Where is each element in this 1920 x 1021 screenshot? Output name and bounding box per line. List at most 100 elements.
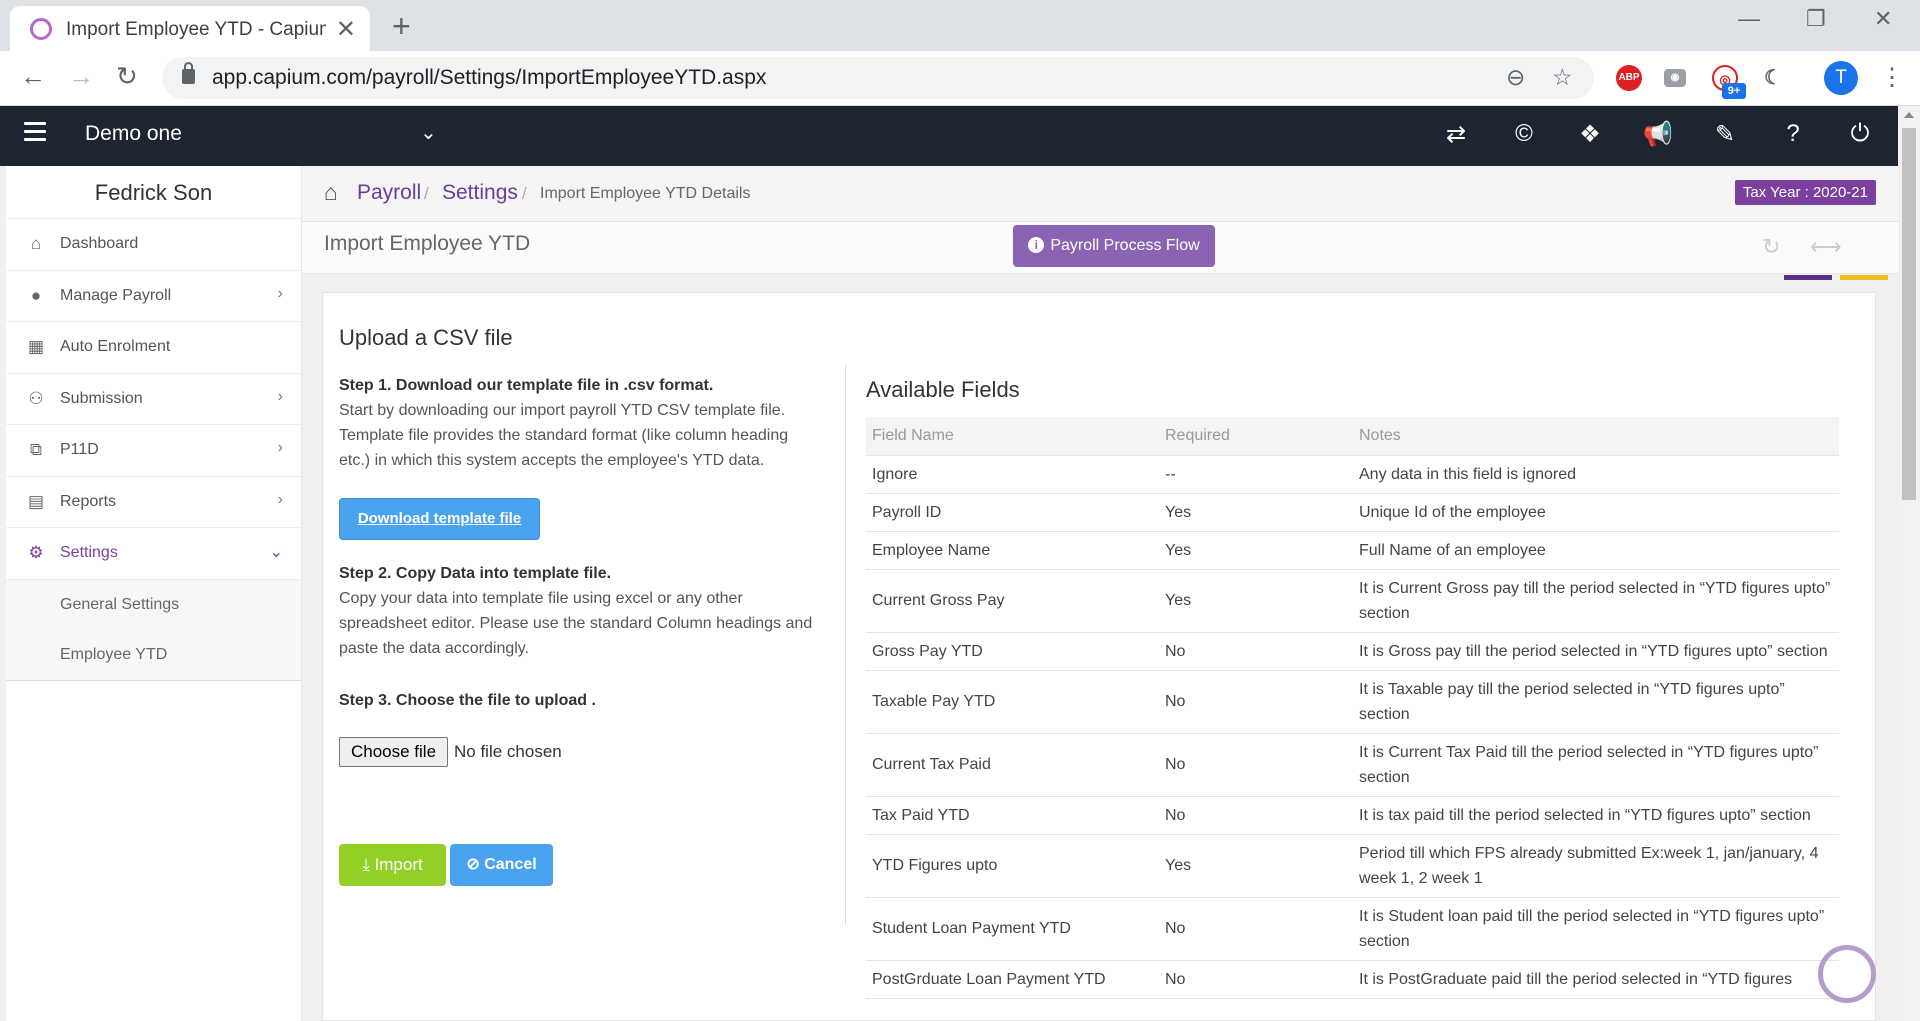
payroll-process-flow-button[interactable]: i Payroll Process Flow (1013, 225, 1215, 267)
table-row: Payroll ID Yes Unique Id of the employee (866, 493, 1839, 532)
breadcrumb-settings[interactable]: Settings (442, 181, 518, 205)
page-scrollbar[interactable] (1898, 106, 1920, 1021)
field-required: Yes (1159, 493, 1353, 532)
sidebar: Fedrick Son ⌂ Dashboard ● Manage Payroll… (6, 166, 302, 1021)
field-required: No (1159, 632, 1353, 671)
expand-icon[interactable]: ⟷ (1810, 234, 1842, 260)
cancel-button[interactable]: ⊘ Cancel (450, 844, 553, 886)
field-name: Taxable Pay YTD (866, 670, 1159, 734)
switch-icon[interactable]: ⇄ (1439, 120, 1473, 149)
menu-toggle-icon[interactable] (24, 122, 46, 142)
field-notes: Any data in this field is ignored (1353, 455, 1839, 494)
sidebar-item-label: Dashboard (60, 235, 139, 252)
gear-icon: ⚙ (28, 543, 44, 562)
cancel-icon: ⊘ (466, 856, 480, 873)
forward-icon[interactable]: → (68, 61, 94, 92)
tax-year-badge[interactable]: Tax Year : 2020-21 (1734, 180, 1876, 205)
chevron-right-icon: › (277, 490, 283, 508)
upload-title: Upload a CSV file (339, 325, 513, 350)
table-row: Taxable Pay YTD No It is Taxable pay till … (866, 670, 1839, 734)
company-selector[interactable]: Demo one (85, 122, 182, 146)
browser-tab-bar: Import Employee YTD - Capium P ✕ + — ❐ ✕ (0, 0, 1920, 51)
refresh-indicator (1784, 275, 1832, 280)
minimize-icon[interactable]: — (1738, 6, 1760, 32)
window-close-icon[interactable]: ✕ (1874, 6, 1892, 32)
help-icon[interactable]: ? (1776, 120, 1810, 148)
table-row: Ignore -- Any data in this field is ignore… (866, 455, 1839, 494)
capium-logo-icon[interactable]: © (1507, 120, 1541, 148)
sidebar-item-label: P11D (60, 441, 99, 458)
field-name: PostGrduate Loan Payment YTD (866, 960, 1159, 999)
bookmark-star-icon[interactable]: ☆ (1552, 64, 1573, 91)
chevron-right-icon: › (277, 387, 283, 405)
close-tab-icon[interactable]: ✕ (336, 15, 356, 44)
zoom-out-icon[interactable]: ⊖ (1506, 64, 1525, 91)
field-name: Payroll ID (866, 493, 1159, 532)
adblock-icon[interactable]: ABP (1616, 65, 1642, 91)
announcement-icon[interactable]: 📢 (1641, 120, 1675, 149)
field-notes: It is Current Gross pay till the period … (1353, 569, 1839, 633)
download-icon: ⤓ (362, 855, 370, 874)
step2-heading: Step 2. Copy Data into template file. (339, 565, 612, 582)
sidebar-subitem-employee-ytd[interactable]: Employee YTD (6, 630, 301, 680)
table-header-row: Field Name Required Notes (866, 417, 1839, 456)
field-notes: Unique Id of the employee (1353, 493, 1839, 532)
sidebar-item-manage-payroll[interactable]: ● Manage Payroll › (6, 271, 301, 322)
file-status: No file chosen (454, 742, 562, 761)
table-row: Gross Pay YTD No It is Gross pay till the … (866, 632, 1839, 671)
refresh-icon[interactable]: ↻ (1762, 234, 1780, 260)
reload-icon[interactable]: ↻ (116, 61, 138, 92)
field-notes: It is Gross pay till the period selected… (1353, 632, 1839, 671)
step2-text: Copy your data into template file using … (339, 590, 813, 657)
sidebar-item-reports[interactable]: ▤ Reports › (6, 477, 301, 528)
field-notes: It is Taxable pay till the period select… (1353, 670, 1839, 734)
sidebar-item-settings[interactable]: ⚙ Settings ⌄ (6, 528, 301, 580)
upload-card: Upload a CSV file Step 1. Download our t… (322, 292, 1876, 1021)
sidebar-subitem-general-settings[interactable]: General Settings (6, 580, 301, 630)
power-icon[interactable]: ⏻ (1843, 120, 1877, 148)
back-icon[interactable]: ← (20, 61, 46, 92)
sidebar-item-dashboard[interactable]: ⌂ Dashboard (6, 219, 301, 271)
field-notes: It is tax paid till the period selected … (1353, 796, 1839, 835)
download-template-button[interactable]: Download template file (339, 498, 540, 540)
available-fields-title: Available Fields (866, 377, 1020, 402)
step1-heading: Step 1. Download our template file in .c… (339, 377, 714, 394)
restore-icon[interactable]: ❐ (1806, 6, 1826, 32)
field-notes: Full Name of an employee (1353, 531, 1839, 570)
copy-icon: ⧉ (29, 440, 43, 459)
chevron-down-icon[interactable]: ⌄ (420, 120, 437, 145)
breadcrumb-payroll[interactable]: Payroll (357, 181, 421, 205)
field-name: Current Tax Paid (866, 733, 1159, 797)
ticket-icon[interactable]: ✎ (1708, 120, 1742, 149)
capium-chat-icon[interactable] (1818, 945, 1876, 1003)
profile-avatar[interactable]: T (1824, 61, 1858, 95)
address-bar[interactable]: app.capium.com/payroll/Settings/ImportEm… (162, 57, 1594, 99)
scroll-up-icon[interactable] (1904, 112, 1914, 118)
browser-menu-icon[interactable]: ⋮ (1880, 63, 1904, 92)
breadcrumb-current: Import Employee YTD Details (540, 185, 751, 202)
step1-section: Step 1. Download our template file in .c… (339, 373, 819, 473)
camera-extension-icon[interactable]: ◉ (1664, 69, 1686, 87)
grid-icon: ▦ (27, 337, 45, 356)
import-button[interactable]: ⤓ Import (339, 844, 446, 886)
sidebar-item-submission[interactable]: ⚇ Submission › (6, 374, 301, 425)
home-icon: ⌂ (30, 234, 42, 253)
home-icon[interactable]: ⌂ (324, 179, 338, 206)
users-icon: ⚇ (28, 388, 44, 408)
new-tab-icon[interactable]: + (392, 8, 411, 45)
table-row: Tax Paid YTD No It is tax paid till the pe… (866, 796, 1839, 835)
url-text: app.capium.com/payroll/Settings/ImportEm… (212, 66, 767, 89)
capium-extension-icon[interactable]: ☾ (1760, 65, 1786, 91)
sidebar-item-auto-enrolment[interactable]: ▦ Auto Enrolment (6, 322, 301, 374)
user-name: Fedrick Son (6, 166, 301, 219)
field-name: Current Gross Pay (866, 569, 1159, 633)
browser-tab[interactable]: Import Employee YTD - Capium P ✕ (10, 6, 370, 51)
scroll-thumb[interactable] (1902, 128, 1916, 500)
choose-file-button[interactable]: Choose file (339, 737, 448, 767)
sidebar-item-p11d[interactable]: ⧉ P11D › (6, 425, 301, 477)
breadcrumb-separator: / (424, 184, 429, 203)
capium-favicon-icon (30, 18, 52, 40)
cubes-icon[interactable]: ❖ (1573, 120, 1607, 149)
import-label: Import (374, 855, 423, 874)
field-name: Employee Name (866, 531, 1159, 570)
